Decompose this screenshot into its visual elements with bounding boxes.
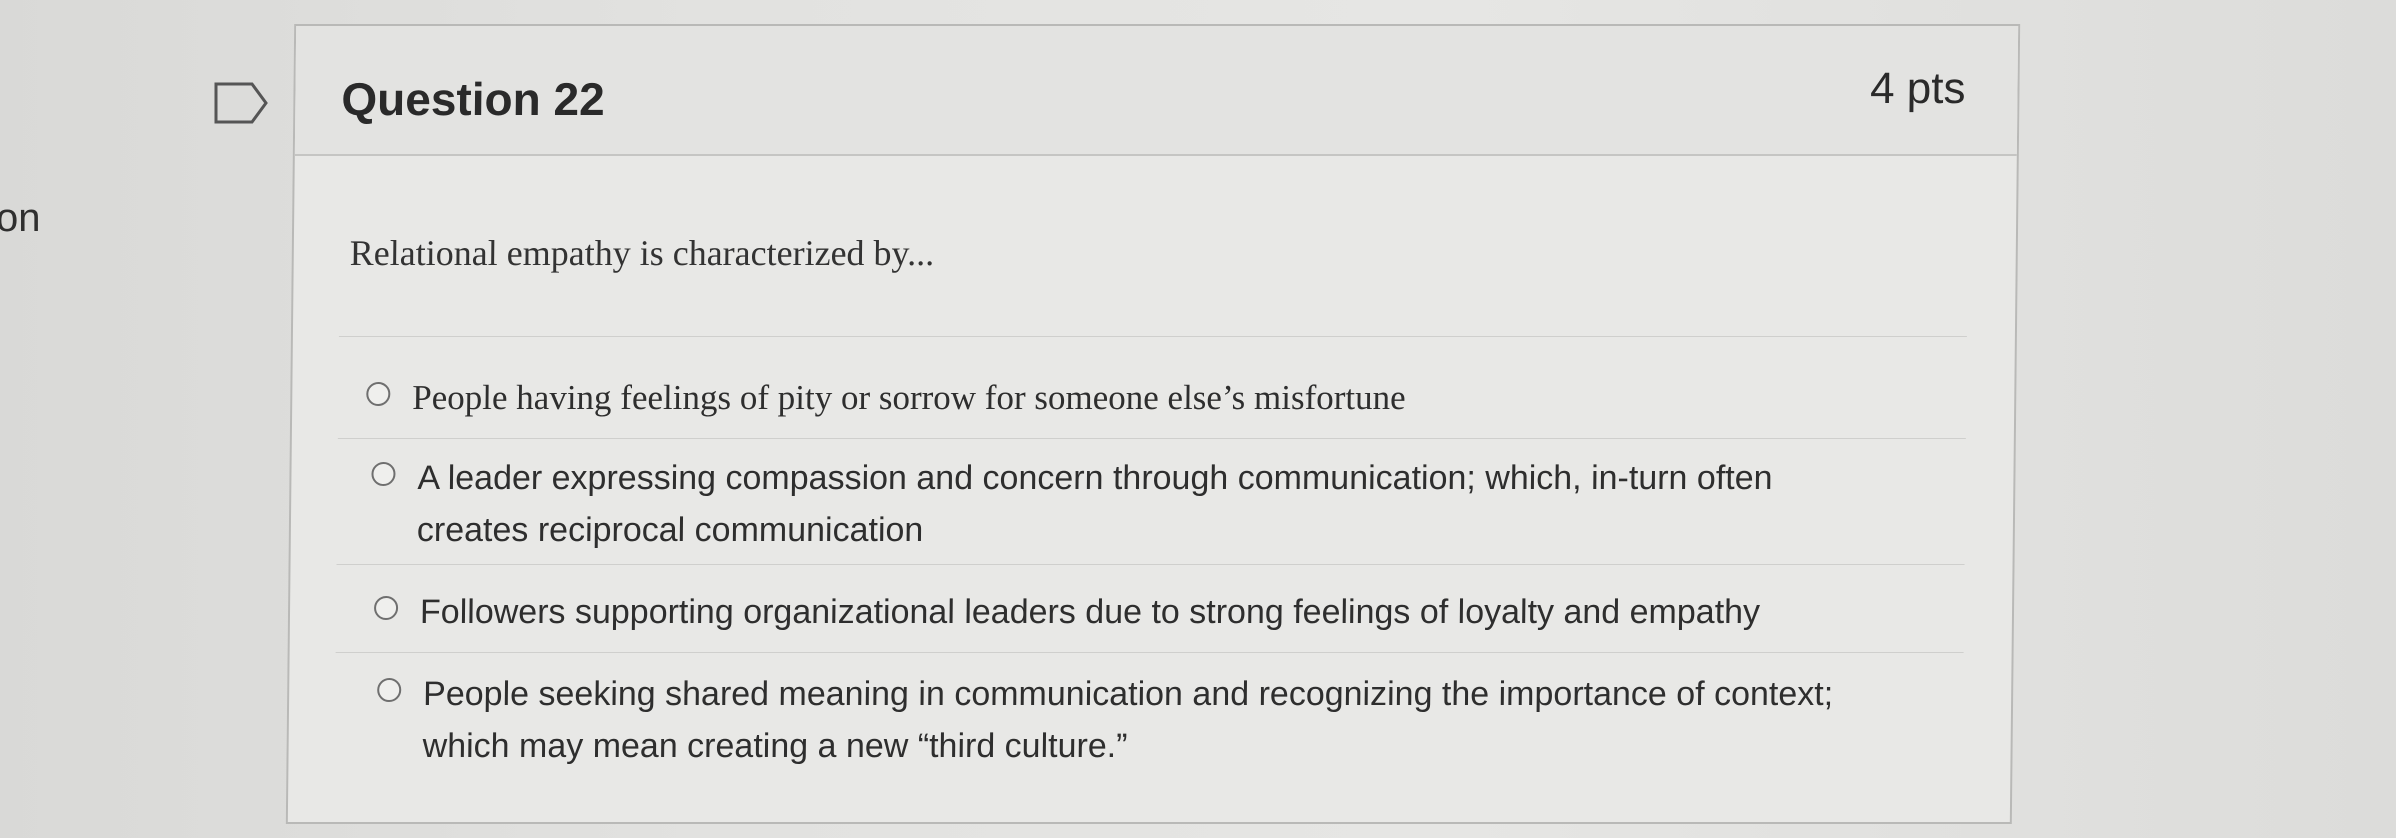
question-title: Question 22 [341, 73, 605, 125]
divider [338, 336, 1967, 337]
answer-label: Followers supporting organizational lead… [419, 593, 1761, 631]
answer-label: A leader expressing compassion and conce… [416, 459, 1773, 549]
radio-button[interactable] [377, 678, 402, 702]
question-points: 4 pts [1869, 64, 1966, 113]
radio-button[interactable] [366, 382, 391, 406]
answer-option-2[interactable]: A leader expressing compassion and conce… [371, 452, 1954, 556]
answer-option-1[interactable]: People having feelings of pity or sorrow… [366, 372, 1955, 424]
answer-label: People having feelings of pity or sorrow… [412, 378, 1406, 417]
flag-question-icon[interactable] [212, 80, 270, 126]
divider [335, 652, 1964, 653]
radio-button[interactable] [371, 462, 396, 486]
answer-label: People seeking shared meaning in communi… [422, 675, 1834, 765]
divider [337, 438, 1966, 439]
question-text: Relational empathy is characterized by..… [349, 233, 935, 273]
divider [336, 564, 1965, 565]
answer-option-3[interactable]: Followers supporting organizational lead… [373, 586, 1953, 638]
radio-button[interactable] [373, 596, 399, 620]
cut-off-text: on [0, 196, 41, 240]
question-header: Question 22 4 pts [294, 26, 2019, 156]
answer-option-4[interactable]: People seeking shared meaning in communi… [376, 668, 1951, 772]
question-card: Question 22 4 pts Relational empathy is … [285, 24, 2021, 824]
